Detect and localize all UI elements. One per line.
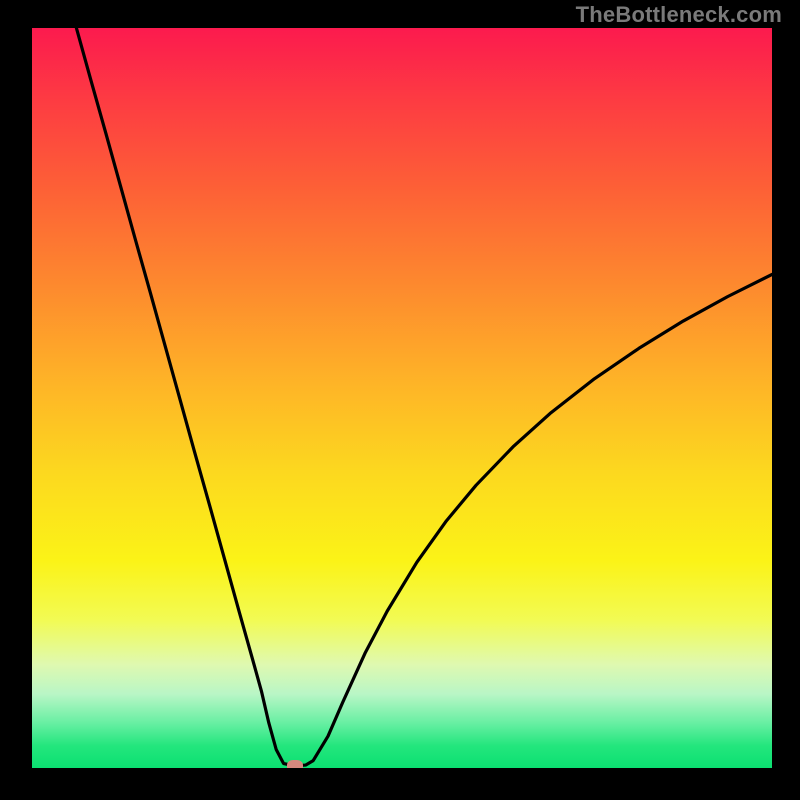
plot-area	[32, 28, 772, 768]
watermark-text: TheBottleneck.com	[576, 2, 782, 28]
curve-svg	[32, 28, 772, 768]
bottleneck-curve-path	[76, 28, 772, 766]
optimum-marker	[287, 760, 303, 768]
chart-frame: TheBottleneck.com	[0, 0, 800, 800]
